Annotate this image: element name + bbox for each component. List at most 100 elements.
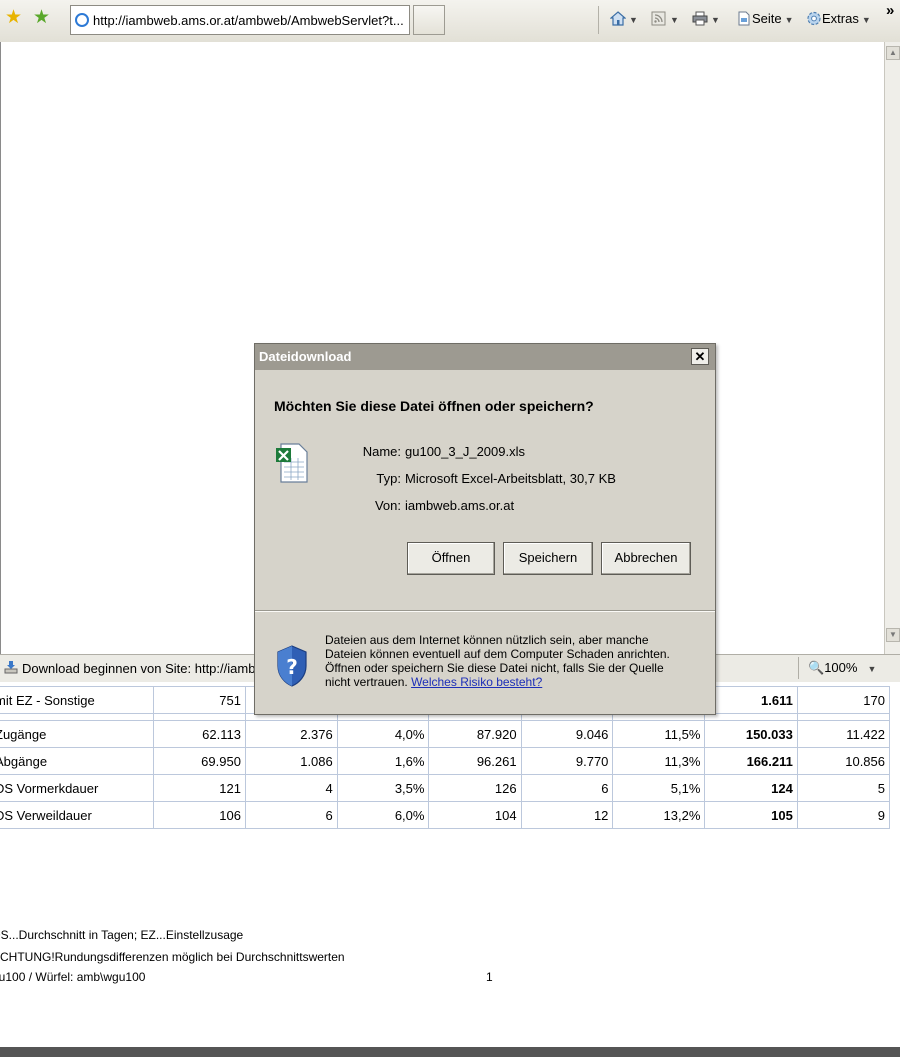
risk-info-link[interactable]: Welches Risiko besteht? — [411, 675, 542, 689]
table-cell: 12 — [520, 801, 614, 829]
footnote-legend: DS...Durchschnitt in Tagen; EZ...Einstel… — [0, 928, 244, 942]
table-cell: 5,1% — [612, 774, 706, 802]
warning-line-last: nicht vertrauen. Welches Risiko besteht? — [325, 675, 705, 689]
table-row: Zugänge 62.113 2.376 4,0% 87.920 9.046 1… — [0, 720, 891, 748]
close-icon[interactable]: ✕ — [691, 348, 709, 365]
favorites-star-icon[interactable]: ★ — [5, 8, 22, 28]
security-warning: Dateien aus dem Internet können nützlich… — [325, 633, 705, 689]
row-label: DS Vormerkdauer — [0, 774, 154, 802]
home-icon — [610, 11, 626, 26]
type-label: Typ: — [376, 471, 401, 486]
table-cell: 9.046 — [520, 720, 614, 748]
row-label: Zugänge — [0, 720, 154, 748]
gear-icon — [807, 11, 821, 26]
table-cell: 69.950 — [152, 747, 246, 775]
table-cell: 9.770 — [520, 747, 614, 775]
tab-url: http://iambweb.ams.or.at/ambweb/AmbwebSe… — [93, 13, 404, 28]
new-tab-button[interactable] — [413, 5, 445, 35]
warning-line: Öffnen oder speichern Sie diese Datei ni… — [325, 661, 664, 675]
tools-menu-label: Extras — [822, 11, 859, 26]
table-cell: 1,6% — [336, 747, 430, 775]
scroll-down-arrow-icon[interactable]: ▼ — [886, 628, 900, 642]
table-cell: 104 — [428, 801, 522, 829]
table-row: Abgänge 69.950 1.086 1,6% 96.261 9.770 1… — [0, 747, 891, 775]
table-cell: 166.211 — [704, 747, 798, 775]
table-cell: 11.422 — [796, 720, 891, 748]
ie-page-icon — [75, 13, 89, 27]
feeds-button[interactable]: ▼ — [651, 11, 679, 26]
vertical-scrollbar[interactable]: ▲ ▼ — [884, 42, 900, 654]
file-type: Microsoft Excel-Arbeitsblatt, 30,7 KB — [405, 471, 616, 486]
file-name: gu100_3_J_2009.xls — [405, 444, 525, 459]
table-cell: 2.376 — [244, 720, 338, 748]
table-cell: 4 — [244, 774, 338, 802]
print-button[interactable]: ▼ — [692, 11, 720, 26]
dialog-titlebar[interactable]: Dateidownload ✕ — [255, 344, 715, 370]
page-number: 1 — [486, 970, 493, 984]
bottom-edge — [0, 1047, 900, 1057]
table-cell: 4,0% — [336, 720, 430, 748]
footnote-warning: ACHTUNG!Rundungsdifferenzen möglich bei … — [0, 950, 345, 964]
save-button[interactable]: Speichern — [503, 542, 593, 575]
table-cell: 11,5% — [612, 720, 706, 748]
add-favorites-icon[interactable]: ★ — [33, 8, 50, 28]
printer-icon — [692, 11, 708, 26]
svg-text:?: ? — [286, 655, 298, 679]
zoom-button[interactable]: 🔍100% ▼ — [808, 660, 876, 676]
tools-menu-button[interactable]: Extras ▼ — [806, 11, 871, 26]
dialog-title: Dateidownload — [259, 349, 352, 364]
page-icon — [738, 11, 750, 26]
rss-icon — [651, 11, 666, 26]
home-button[interactable]: ▼ — [610, 11, 638, 26]
row-label: Abgänge — [0, 747, 154, 775]
table-cell: 96.261 — [428, 747, 522, 775]
file-source: iambweb.ams.or.at — [405, 498, 515, 513]
table-cell: 1.086 — [244, 747, 338, 775]
warning-line: nicht vertrauen. — [325, 675, 408, 689]
cancel-button[interactable]: Abbrechen — [601, 542, 691, 575]
open-button[interactable]: Öffnen — [407, 542, 495, 575]
zoom-level: 100% — [824, 660, 858, 675]
table-cell: 6 — [520, 774, 614, 802]
table-cell: 124 — [704, 774, 798, 802]
table-cell: 751 — [152, 686, 246, 714]
table-row: DS Verweildauer 106 6 6,0% 104 12 13,2% … — [0, 801, 891, 829]
scroll-up-arrow-icon[interactable]: ▲ — [886, 46, 900, 60]
security-shield-icon: ? — [277, 645, 307, 687]
table-cell: 170 — [796, 686, 891, 714]
name-label: Name: — [362, 444, 401, 459]
table-cell: 9 — [796, 801, 891, 829]
table-cell: 13,2% — [612, 801, 706, 829]
table-cell: 11,3% — [612, 747, 706, 775]
table-cell: 5 — [796, 774, 891, 802]
table-cell: 6,0% — [336, 801, 430, 829]
table-cell: 150.033 — [704, 720, 798, 748]
browser-toolbar: ★ ★ http://iambweb.ams.or.at/ambweb/Ambw… — [0, 0, 900, 43]
table-cell: 62.113 — [152, 720, 246, 748]
table-cell: 106 — [152, 801, 246, 829]
table-cell: 105 — [704, 801, 798, 829]
table-cell: 87.920 — [428, 720, 522, 748]
dialog-question: Möchten Sie diese Datei öffnen oder spei… — [274, 398, 594, 414]
zoom-magnifier-icon: 🔍 — [808, 660, 825, 675]
zoom-divider — [798, 657, 799, 679]
row-label: mit EZ - Sonstige — [0, 686, 154, 714]
table-row: DS Vormerkdauer 121 4 3,5% 126 6 5,1% 12… — [0, 774, 891, 802]
dialog-separator — [255, 610, 715, 612]
table-cell: 6 — [244, 801, 338, 829]
file-download-dialog: Dateidownload ✕ Möchten Sie diese Datei … — [254, 343, 716, 715]
table-cell: 126 — [428, 774, 522, 802]
table-cell: 10.856 — [796, 747, 891, 775]
table-cell: 1.611 — [704, 686, 798, 714]
from-label: Von: — [374, 498, 401, 513]
warning-line: Dateien aus dem Internet können nützlich… — [325, 633, 649, 647]
table-cell: 121 — [152, 774, 246, 802]
page-menu-label: Seite — [752, 11, 782, 26]
toolbar-overflow-chevron[interactable]: » — [886, 2, 894, 19]
warning-line: Dateien können eventuell auf dem Compute… — [325, 647, 670, 661]
tab-current[interactable]: http://iambweb.ams.or.at/ambweb/AmbwebSe… — [70, 5, 410, 35]
row-label: DS Verweildauer — [0, 801, 154, 829]
footnote-source: gu100 / Würfel: amb\wgu100 — [0, 970, 146, 984]
table-cell: 3,5% — [336, 774, 430, 802]
page-menu-button[interactable]: Seite ▼ — [736, 11, 794, 26]
